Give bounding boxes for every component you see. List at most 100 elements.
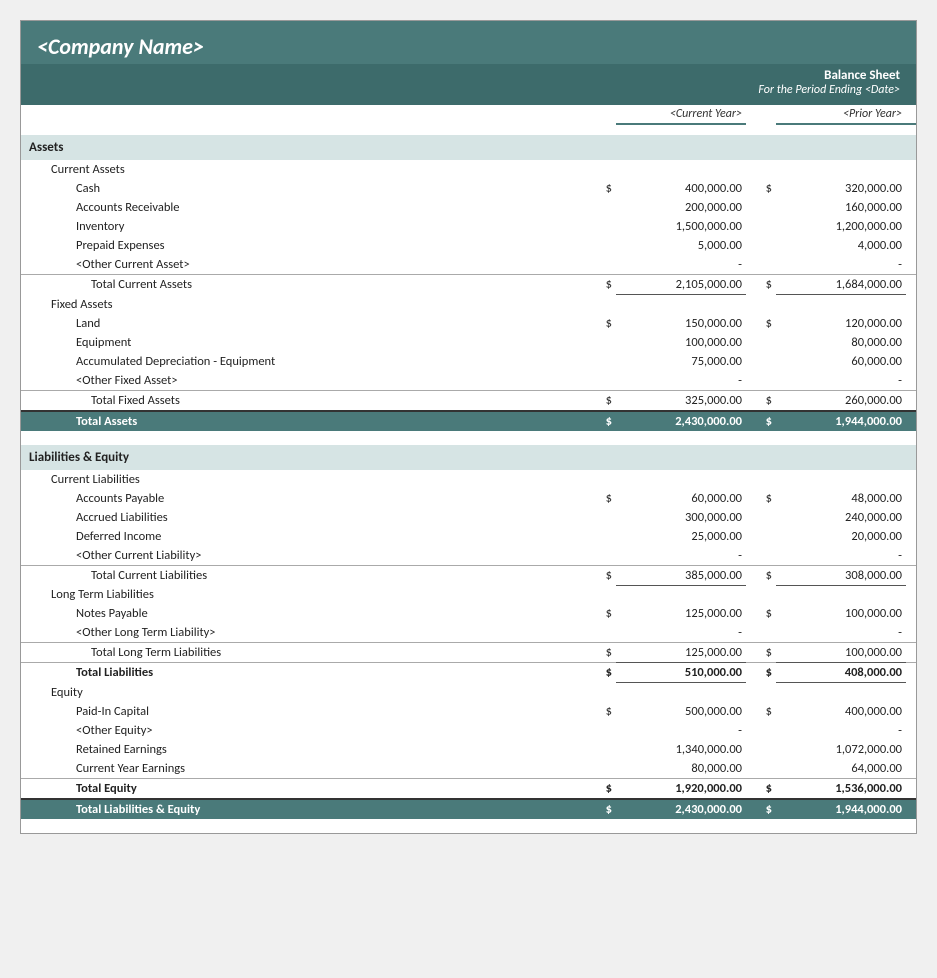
- balance-sheet: <Company Name> Balance Sheet For the Per…: [20, 20, 917, 834]
- accounts-payable-cy: 60,000.00: [616, 489, 746, 508]
- total-assets-dollar: $: [586, 411, 616, 431]
- total-liab-py: 408,000.00: [776, 663, 906, 683]
- total-current-liabilities-label: Total Current Liabilities: [21, 565, 586, 585]
- fixed-assets-label-row: Fixed Assets: [21, 295, 916, 314]
- equipment-label: Equipment: [21, 333, 586, 352]
- total-current-assets-py-dollar: $: [746, 275, 776, 295]
- total-lt-liab-cy: 125,000.00: [616, 643, 746, 663]
- other-lt-liab-cy: -: [616, 623, 746, 643]
- other-equity-cy: -: [616, 721, 746, 740]
- equipment-cy: 100,000.00: [616, 333, 746, 352]
- deferred-income-row: Deferred Income 25,000.00 20,000.00: [21, 527, 916, 546]
- paid-in-capital-py-dollar: $: [746, 702, 776, 721]
- total-liab-py-dollar: $: [746, 663, 776, 683]
- inventory-row: Inventory 1,500,000.00 1,200,000.00: [21, 217, 916, 236]
- total-assets-cy: 2,430,000.00: [616, 411, 746, 431]
- prepaid-expenses-py: 4,000.00: [776, 236, 906, 255]
- total-lt-liab-py-dollar: $: [746, 643, 776, 663]
- other-fixed-asset-cy: -: [616, 371, 746, 391]
- other-current-liability-label: <Other Current Liability>: [21, 546, 586, 566]
- long-term-liabilities-label-row: Long Term Liabilities: [21, 585, 916, 604]
- accrued-liabilities-label: Accrued Liabilities: [21, 508, 586, 527]
- total-equity-label: Total Equity: [21, 778, 586, 799]
- equipment-py: 80,000.00: [776, 333, 906, 352]
- deferred-income-label: Deferred Income: [21, 527, 586, 546]
- total-current-liab-cy: 385,000.00: [616, 565, 746, 585]
- total-le-py: 1,944,000.00: [776, 799, 906, 819]
- spacer-2: [21, 431, 916, 445]
- spacer-row: [21, 125, 916, 135]
- accounts-payable-row: Accounts Payable $ 60,000.00 $ 48,000.00: [21, 489, 916, 508]
- retained-earnings-cy: 1,340,000.00: [616, 740, 746, 759]
- other-lt-liab-py: -: [776, 623, 906, 643]
- long-term-liabilities-label: Long Term Liabilities: [21, 585, 586, 604]
- accrued-liabilities-cy: 300,000.00: [616, 508, 746, 527]
- total-current-assets-py: 1,684,000.00: [776, 275, 906, 295]
- current-liabilities-label: Current Liabilities: [21, 470, 586, 489]
- total-liab-dollar: $: [586, 663, 616, 683]
- other-equity-row: <Other Equity> - -: [21, 721, 916, 740]
- col-prior-year: <Prior Year>: [776, 105, 906, 124]
- prepaid-expenses-cy: 5,000.00: [616, 236, 746, 255]
- accrued-liabilities-py: 240,000.00: [776, 508, 906, 527]
- paid-in-capital-dollar: $: [586, 702, 616, 721]
- total-lt-liab-py: 100,000.00: [776, 643, 906, 663]
- total-assets-row: Total Assets $ 2,430,000.00 $ 1,944,000.…: [21, 411, 916, 431]
- cash-cy: 400,000.00: [616, 179, 746, 198]
- total-equity-py: 1,536,000.00: [776, 778, 906, 799]
- notes-payable-py: 100,000.00: [776, 604, 906, 623]
- equity-label: Equity: [21, 683, 586, 702]
- accounts-payable-py: 48,000.00: [776, 489, 906, 508]
- col-current-year: <Current Year>: [616, 105, 746, 124]
- current-year-earnings-row: Current Year Earnings 80,000.00 64,000.0…: [21, 759, 916, 779]
- total-current-liab-py-dollar: $: [746, 565, 776, 585]
- paid-in-capital-py: 400,000.00: [776, 702, 906, 721]
- total-equity-cy: 1,920,000.00: [616, 778, 746, 799]
- total-current-assets-label: Total Current Assets: [21, 275, 586, 295]
- accum-depreciation-cy: 75,000.00: [616, 352, 746, 371]
- retained-earnings-row: Retained Earnings 1,340,000.00 1,072,000…: [21, 740, 916, 759]
- retained-earnings-label: Retained Earnings: [21, 740, 586, 759]
- equity-label-row: Equity: [21, 683, 916, 702]
- other-current-asset-cy: -: [616, 255, 746, 275]
- notes-payable-label: Notes Payable: [21, 604, 586, 623]
- header-top: <Company Name>: [21, 21, 916, 64]
- assets-section-header: Assets: [21, 135, 916, 160]
- notes-payable-cy: 125,000.00: [616, 604, 746, 623]
- other-fixed-asset-label: <Other Fixed Asset>: [21, 371, 586, 391]
- current-year-earnings-cy: 80,000.00: [616, 759, 746, 779]
- total-fixed-py-dollar: $: [746, 390, 776, 411]
- total-current-liab-py: 308,000.00: [776, 565, 906, 585]
- deferred-income-py: 20,000.00: [776, 527, 906, 546]
- prepaid-expenses-row: Prepaid Expenses 5,000.00 4,000.00: [21, 236, 916, 255]
- current-assets-label: Current Assets: [21, 160, 586, 179]
- current-year-earnings-py: 64,000.00: [776, 759, 906, 779]
- total-liab-cy: 510,000.00: [616, 663, 746, 683]
- total-fixed-py: 260,000.00: [776, 390, 906, 411]
- other-long-term-liability-label: <Other Long Term Liability>: [21, 623, 586, 643]
- other-current-asset-label: <Other Current Asset>: [21, 255, 586, 275]
- accounts-receivable-row: Accounts Receivable 200,000.00 160,000.0…: [21, 198, 916, 217]
- accum-depreciation-py: 60,000.00: [776, 352, 906, 371]
- land-dollar: $: [586, 314, 616, 333]
- land-row: Land $ 150,000.00 $ 120,000.00: [21, 314, 916, 333]
- other-equity-py: -: [776, 721, 906, 740]
- accrued-liabilities-row: Accrued Liabilities 300,000.00 240,000.0…: [21, 508, 916, 527]
- land-label: Land: [21, 314, 586, 333]
- current-year-earnings-label: Current Year Earnings: [21, 759, 586, 779]
- total-long-term-liabilities-row: Total Long Term Liabilities $ 125,000.00…: [21, 643, 916, 663]
- balance-sheet-table: Assets Current Assets Cash $ 400,000.00 …: [21, 125, 916, 833]
- total-current-liabilities-row: Total Current Liabilities $ 385,000.00 $…: [21, 565, 916, 585]
- other-current-liability-row: <Other Current Liability> - -: [21, 546, 916, 566]
- cash-py: 320,000.00: [776, 179, 906, 198]
- notes-payable-row: Notes Payable $ 125,000.00 $ 100,000.00: [21, 604, 916, 623]
- accounts-payable-py-dollar: $: [746, 489, 776, 508]
- paid-in-capital-cy: 500,000.00: [616, 702, 746, 721]
- total-current-assets-dollar: $: [586, 275, 616, 295]
- other-equity-label: <Other Equity>: [21, 721, 586, 740]
- report-title: Balance Sheet: [37, 68, 900, 83]
- other-fixed-asset-py: -: [776, 371, 906, 391]
- total-current-liab-dollar: $: [586, 565, 616, 585]
- total-long-term-label: Total Long Term Liabilities: [21, 643, 586, 663]
- total-liabilities-equity-label: Total Liabilities & Equity: [21, 799, 586, 819]
